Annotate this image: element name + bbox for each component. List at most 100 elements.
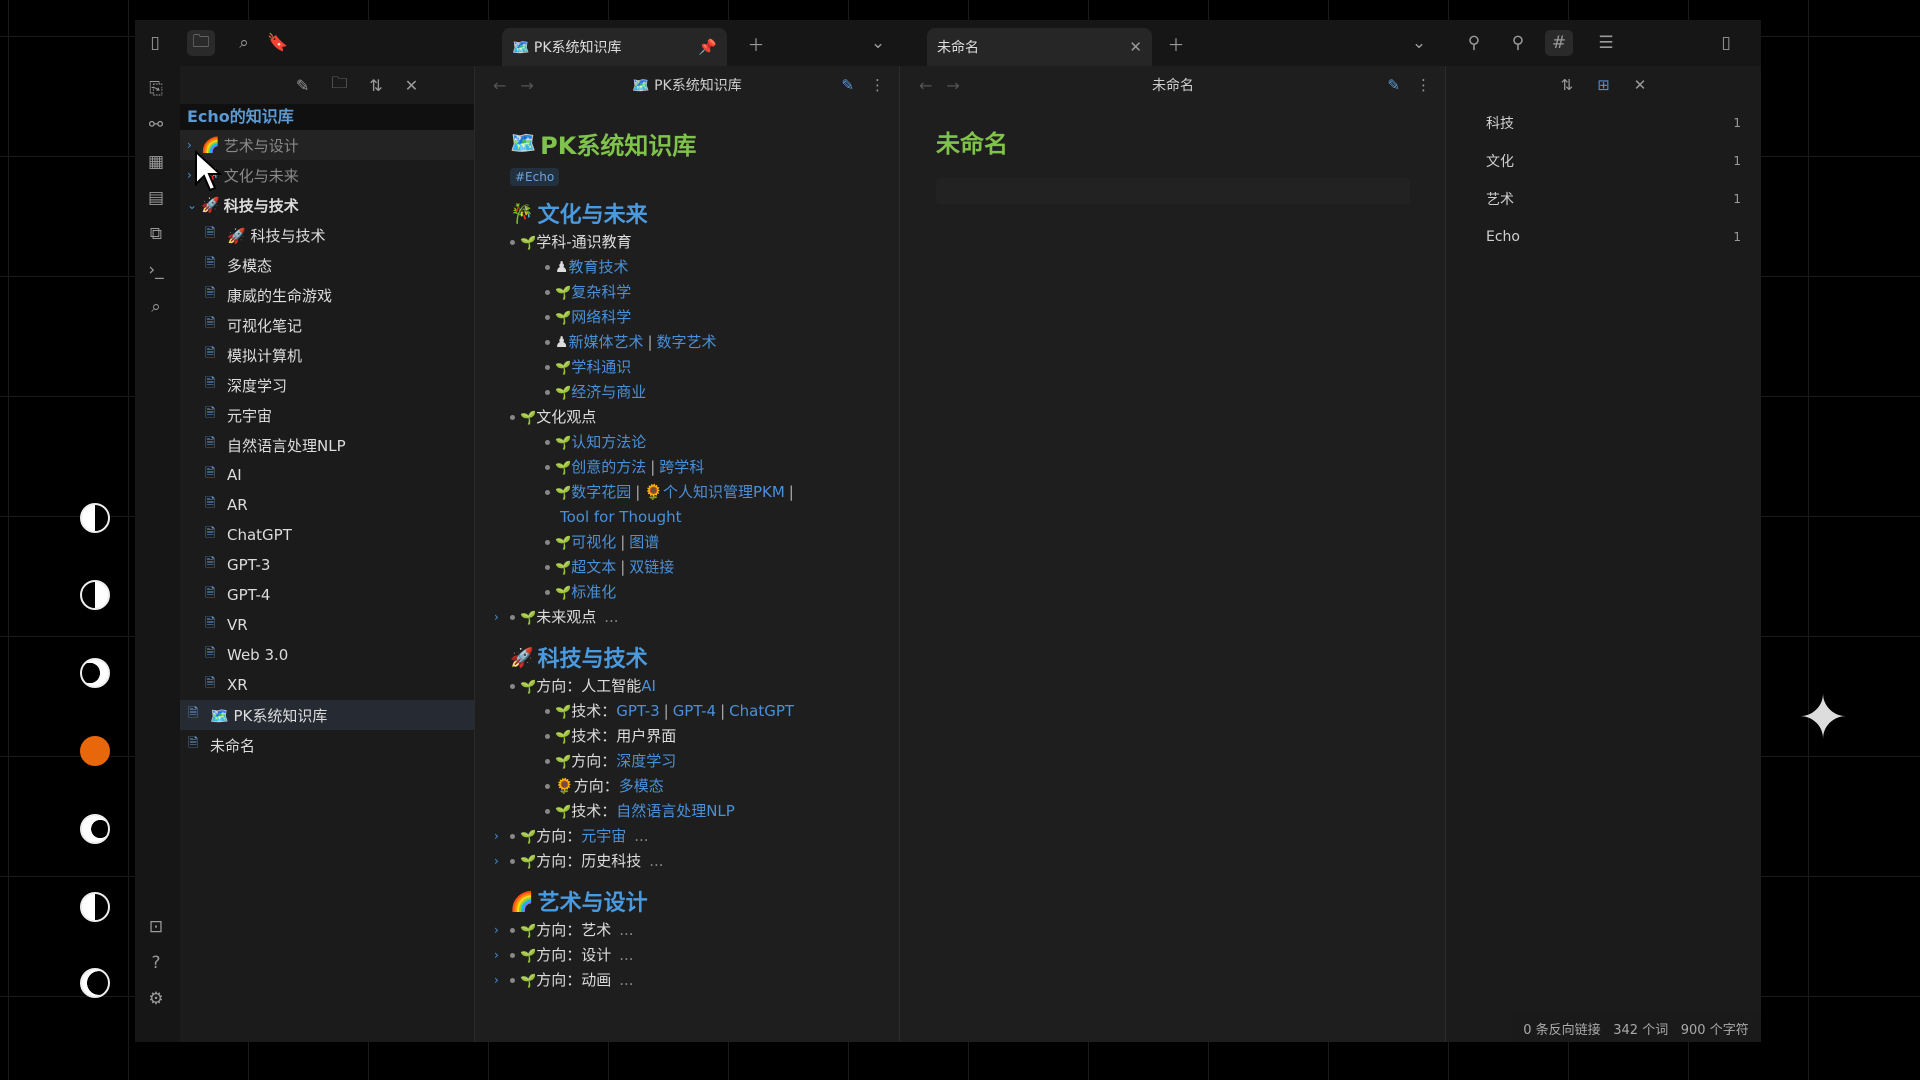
bullet-icon[interactable] (545, 734, 550, 739)
list-item[interactable]: 🌱标准化 (510, 580, 899, 605)
canvas-icon[interactable]: ▦ (145, 151, 167, 173)
bullet-icon[interactable] (510, 684, 515, 689)
bullet-icon[interactable] (545, 490, 550, 495)
list-item[interactable]: 🌱认知方法论 (510, 430, 899, 455)
open-quick-switcher-icon[interactable]: ⎘ (145, 78, 167, 100)
tag-item[interactable]: 艺术 1 (1446, 180, 1761, 218)
chevron-right-icon[interactable]: › (494, 849, 499, 874)
outline-icon[interactable]: ☰ (1595, 32, 1617, 54)
list-item[interactable]: 🌱经济与商业 (510, 380, 899, 405)
list-item[interactable]: › 🌱未来观点... (494, 605, 899, 630)
internal-link[interactable]: 数字花园 (571, 483, 631, 501)
bullet-icon[interactable] (545, 784, 550, 789)
chevron-right-icon[interactable]: › (494, 824, 499, 849)
internal-link[interactable]: 认知方法论 (571, 433, 646, 451)
folder-item[interactable]: › 🎋 文化与未来 (180, 160, 474, 190)
file-item[interactable]: 🗎 模拟计算机 (180, 340, 474, 370)
tags-icon[interactable]: # (1545, 30, 1573, 56)
chevron-right-icon[interactable]: › (494, 605, 499, 630)
list-item[interactable]: › 🌱方向：元宇宙... (494, 824, 899, 849)
bullet-icon[interactable] (545, 315, 550, 320)
file-item[interactable]: 🗎 GPT-4 (180, 580, 474, 610)
chevron-right-icon[interactable]: › (494, 918, 499, 943)
bullet-icon[interactable] (545, 340, 550, 345)
list-item[interactable]: 🌱创意的方法 | 跨学科 (510, 455, 899, 480)
sort-icon[interactable]: ⇅ (369, 76, 382, 95)
file-item[interactable]: 🗎 AI (180, 460, 474, 490)
bullet-icon[interactable] (510, 928, 515, 933)
page-title[interactable]: 未命名 (901, 104, 1445, 162)
bullet-icon[interactable] (545, 290, 550, 295)
internal-link[interactable]: 网络科学 (571, 308, 631, 326)
chevron-down-icon[interactable]: ⌄ (187, 198, 201, 212)
fold-ellipsis[interactable]: ... (649, 852, 663, 870)
bullet-icon[interactable] (545, 265, 550, 270)
bullet-icon[interactable] (545, 540, 550, 545)
more-options-icon[interactable]: ⋮ (1416, 76, 1431, 94)
tag-pill[interactable]: #Echo (510, 168, 560, 186)
tag-item[interactable]: 科技 1 (1446, 104, 1761, 142)
fold-ellipsis[interactable]: ... (619, 921, 633, 939)
fold-ellipsis[interactable]: ... (604, 608, 618, 626)
file-item[interactable]: 🗎 自然语言处理NLP (180, 430, 474, 460)
tag-item[interactable]: Echo 1 (1446, 218, 1761, 256)
bullet-icon[interactable] (545, 390, 550, 395)
graph-view-icon[interactable]: ⚯ (145, 114, 167, 136)
list-item[interactable]: 🌱技术：GPT-3 | GPT-4 | ChatGPT (510, 699, 899, 724)
search-icon[interactable]: ⌕ (233, 32, 255, 54)
bullet-icon[interactable] (545, 565, 550, 570)
bullet-icon[interactable] (545, 440, 550, 445)
close-icon[interactable]: ✕ (1129, 38, 1142, 56)
new-folder-icon[interactable]: 🗀 (331, 72, 347, 99)
bullet-icon[interactable] (510, 834, 515, 839)
list-item[interactable]: 🌱学科-通识教育 (510, 230, 899, 255)
bullet-icon[interactable] (545, 809, 550, 814)
search-icon[interactable]: ⌕ (145, 296, 167, 318)
internal-link[interactable]: GPT-4 (673, 702, 716, 720)
internal-link[interactable]: 双链接 (629, 558, 674, 576)
bullet-icon[interactable] (510, 615, 515, 620)
tab-pk-knowledge-base[interactable]: 🗺️ PK系统知识库 📌 (502, 28, 727, 66)
file-item[interactable]: 🗎 未命名 (180, 730, 474, 760)
list-item[interactable]: 🌱学科通识 (510, 355, 899, 380)
internal-link[interactable]: 经济与商业 (571, 383, 646, 401)
terminal-icon[interactable]: ›_ (145, 259, 167, 281)
bullet-icon[interactable] (545, 759, 550, 764)
backlinks-icon[interactable]: ⚲ (1463, 32, 1485, 54)
tab-untitled[interactable]: 未命名 ✕ (927, 28, 1152, 66)
file-item[interactable]: 🗎 深度学习 (180, 370, 474, 400)
internal-link[interactable]: Tool for Thought (510, 505, 899, 530)
list-item[interactable]: 🌱复杂科学 (510, 280, 899, 305)
templates-icon[interactable]: ⧉ (145, 223, 167, 245)
internal-link[interactable]: 标准化 (571, 583, 616, 601)
internal-link[interactable]: 图谱 (629, 533, 659, 551)
help-icon[interactable]: ? (145, 952, 167, 974)
tree-view-icon[interactable]: ⊞ (1597, 76, 1610, 94)
list-item[interactable]: ♟新媒体艺术 | 数字艺术 (510, 330, 899, 355)
list-item[interactable]: › 🌱方向：动画... (494, 968, 899, 993)
more-options-icon[interactable]: ⋮ (870, 76, 885, 94)
list-item[interactable]: 🌱网络科学 (510, 305, 899, 330)
new-tab-icon[interactable]: ＋ (1165, 32, 1187, 56)
file-item[interactable]: 🗎 Web 3.0 (180, 640, 474, 670)
file-item[interactable]: 🗎 🚀 科技与技术 (180, 220, 474, 250)
list-item[interactable]: › 🌱方向：设计... (494, 943, 899, 968)
bullet-icon[interactable] (510, 240, 515, 245)
internal-link[interactable]: ChatGPT (729, 702, 794, 720)
internal-link[interactable]: 复杂科学 (571, 283, 631, 301)
internal-link[interactable]: AI (641, 677, 656, 695)
folder-item[interactable]: ⌄ 🚀 科技与技术 (180, 190, 474, 220)
folder-item[interactable]: › 🌈 艺术与设计 (180, 130, 474, 160)
vault-name[interactable]: Echo的知识库 (180, 104, 474, 130)
pin-icon[interactable]: 📌 (698, 38, 717, 56)
fold-ellipsis[interactable]: ... (619, 946, 633, 964)
internal-link[interactable]: GPT-3 (616, 702, 659, 720)
chevron-down-icon[interactable]: ⌄ (1408, 32, 1430, 54)
nav-arrows[interactable]: ←→ (919, 76, 974, 95)
sidebar-toggle-icon[interactable]: ▯ (144, 32, 166, 54)
right-sidebar-toggle-icon[interactable]: ▯ (1715, 32, 1737, 54)
list-item[interactable]: 🌱文化观点 (510, 405, 899, 430)
internal-link[interactable]: 创意的方法 (571, 458, 646, 476)
sort-icon[interactable]: ⇅ (1561, 76, 1574, 94)
list-item[interactable]: › 🌱方向：历史科技... (494, 849, 899, 874)
